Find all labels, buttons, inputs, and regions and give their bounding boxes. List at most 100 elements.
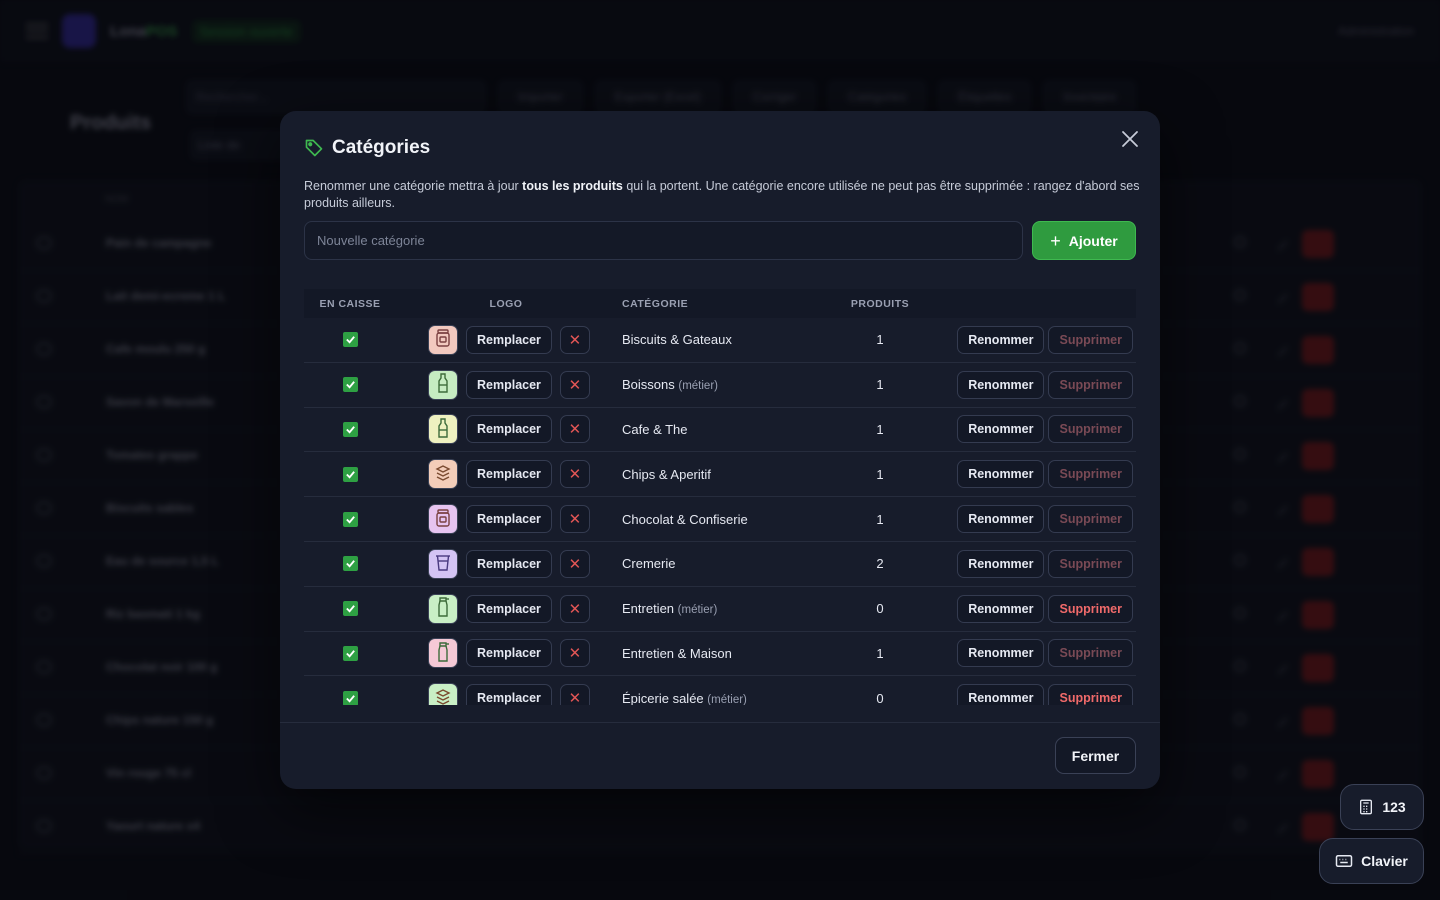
bottle-icon xyxy=(437,418,449,441)
table-body: Remplacer ✕ Biscuits & Gateaux 1 Renomme… xyxy=(304,318,1136,705)
logo-cell: Remplacer ✕ xyxy=(396,593,616,624)
replace-logo-button[interactable]: Remplacer xyxy=(466,460,552,489)
category-name: Cremerie xyxy=(622,556,676,572)
rename-button[interactable]: Renommer xyxy=(957,639,1045,668)
delete-button[interactable]: Supprimer xyxy=(1048,505,1133,534)
close-icon[interactable] xyxy=(1118,127,1142,151)
remove-logo-button[interactable]: ✕ xyxy=(559,460,590,489)
check-icon xyxy=(345,560,355,568)
remove-logo-button[interactable]: ✕ xyxy=(559,505,590,534)
replace-logo-button[interactable]: Remplacer xyxy=(466,325,552,354)
tag-icon xyxy=(305,139,323,157)
in-caisse-checkbox[interactable] xyxy=(342,466,358,482)
delete-button[interactable]: Supprimer xyxy=(1048,684,1133,705)
replace-logo-button[interactable]: Remplacer xyxy=(466,594,552,623)
remove-logo-button[interactable]: ✕ xyxy=(559,639,590,668)
remove-logo-button[interactable]: ✕ xyxy=(559,684,590,705)
check-icon xyxy=(345,694,355,703)
replace-logo-button[interactable]: Remplacer xyxy=(466,415,552,444)
remove-logo-button[interactable]: ✕ xyxy=(559,549,590,578)
logo-cell: Remplacer ✕ xyxy=(396,459,616,490)
remove-logo-button[interactable]: ✕ xyxy=(559,415,590,444)
replace-logo-button[interactable]: Remplacer xyxy=(466,684,552,705)
stack-icon xyxy=(435,464,451,485)
in-caisse-checkbox[interactable] xyxy=(342,601,358,617)
replace-logo-button[interactable]: Remplacer xyxy=(466,505,552,534)
category-cell: Épicerie salée (métier) xyxy=(616,691,824,705)
category-logo xyxy=(428,459,458,490)
remove-logo-button[interactable]: ✕ xyxy=(559,594,590,623)
rename-button[interactable]: Renommer xyxy=(957,505,1045,534)
actions-cell: Renommer Supprimer xyxy=(936,549,1136,578)
categories-modal: Catégories Renommer une catégorie mettra… xyxy=(280,111,1160,789)
caisse-cell xyxy=(304,645,396,661)
delete-button[interactable]: Supprimer xyxy=(1048,370,1133,399)
rename-button[interactable]: Renommer xyxy=(957,549,1045,578)
logo-cell: Remplacer ✕ xyxy=(396,683,616,705)
in-caisse-checkbox[interactable] xyxy=(342,690,358,705)
in-caisse-checkbox[interactable] xyxy=(342,645,358,661)
rename-button[interactable]: Renommer xyxy=(957,460,1045,489)
rename-button[interactable]: Renommer xyxy=(957,684,1045,705)
header-products: PRODUITS xyxy=(850,297,910,310)
bottle-icon xyxy=(437,373,449,396)
delete-button[interactable]: Supprimer xyxy=(1048,639,1133,668)
category-logo xyxy=(428,683,458,705)
remove-logo-button[interactable]: ✕ xyxy=(559,370,590,399)
in-caisse-checkbox[interactable] xyxy=(342,332,358,348)
replace-logo-button[interactable]: Remplacer xyxy=(466,549,552,578)
plus-icon: + xyxy=(1050,230,1061,251)
keyboard-button[interactable]: Clavier xyxy=(1319,838,1424,884)
in-caisse-checkbox[interactable] xyxy=(342,511,358,527)
in-caisse-checkbox[interactable] xyxy=(342,421,358,437)
category-name: Chips & Aperitif xyxy=(622,466,711,482)
category-name: Boissons xyxy=(622,377,675,393)
x-icon: ✕ xyxy=(568,555,582,573)
caisse-cell xyxy=(304,377,396,393)
numpad-button[interactable]: 123 xyxy=(1340,784,1424,830)
actions-cell: Renommer Supprimer xyxy=(936,594,1136,623)
categories-table: EN CAISSE LOGO CATÉGORIE PRODUITS Rempla… xyxy=(304,289,1136,705)
caisse-cell xyxy=(304,556,396,572)
table-row: Remplacer ✕ Chocolat & Confiserie 1 Reno… xyxy=(304,497,1136,542)
rename-button[interactable]: Renommer xyxy=(957,594,1045,623)
category-cell: Chips & Aperitif xyxy=(616,467,824,482)
category-name: Chocolat & Confiserie xyxy=(622,511,748,527)
category-logo xyxy=(428,369,458,400)
category-cell: Chocolat & Confiserie xyxy=(616,512,824,527)
caisse-cell xyxy=(304,332,396,348)
rename-button[interactable]: Renommer xyxy=(957,415,1045,444)
rename-button[interactable]: Renommer xyxy=(957,370,1045,399)
jar-icon xyxy=(435,508,451,530)
category-logo xyxy=(428,548,458,579)
logo-cell: Remplacer ✕ xyxy=(396,414,616,445)
check-icon xyxy=(345,605,355,613)
category-logo xyxy=(428,593,458,624)
in-caisse-checkbox[interactable] xyxy=(342,377,358,393)
replace-logo-button[interactable]: Remplacer xyxy=(466,639,552,668)
delete-button[interactable]: Supprimer xyxy=(1048,415,1133,444)
table-row: Remplacer ✕ Épicerie salée (métier) 0 Re… xyxy=(304,676,1136,705)
actions-cell: Renommer Supprimer xyxy=(936,505,1136,534)
product-count: 1 xyxy=(876,511,884,527)
close-button[interactable]: Fermer xyxy=(1055,737,1136,774)
table-row: Remplacer ✕ Cafe & The 1 Renommer Suppri… xyxy=(304,408,1136,453)
replace-logo-button[interactable]: Remplacer xyxy=(466,370,552,399)
product-count: 1 xyxy=(876,377,884,393)
add-category-button[interactable]: + Ajouter xyxy=(1032,221,1136,260)
delete-button[interactable]: Supprimer xyxy=(1048,325,1133,354)
remove-logo-button[interactable]: ✕ xyxy=(559,325,590,354)
new-category-input[interactable] xyxy=(304,221,1023,260)
spray-icon xyxy=(436,597,450,620)
x-icon: ✕ xyxy=(568,331,582,349)
rename-button[interactable]: Renommer xyxy=(957,325,1045,354)
logo-cell: Remplacer ✕ xyxy=(396,638,616,669)
stack-icon xyxy=(435,688,451,705)
caisse-cell xyxy=(304,466,396,482)
header-caisse: EN CAISSE xyxy=(319,297,381,310)
in-caisse-checkbox[interactable] xyxy=(342,556,358,572)
delete-button[interactable]: Supprimer xyxy=(1048,460,1133,489)
delete-button[interactable]: Supprimer xyxy=(1048,594,1133,623)
delete-button[interactable]: Supprimer xyxy=(1048,549,1133,578)
header-logo: LOGO xyxy=(489,297,523,310)
